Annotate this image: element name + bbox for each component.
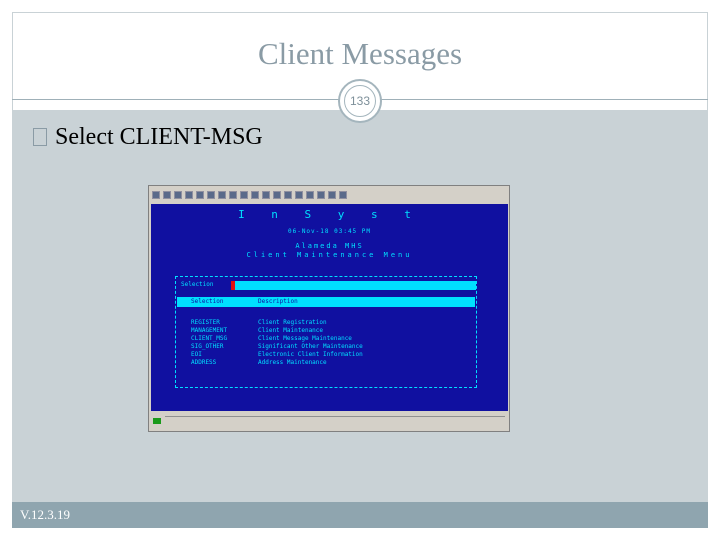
- menu-item-code[interactable]: CLIENT_MSG: [191, 335, 227, 342]
- menu-item-code[interactable]: ADDRESS: [191, 359, 216, 366]
- menu-item-description: Client Maintenance: [258, 327, 324, 334]
- terminal-screenshot: I n S y s t 06-Nov-18 03:45 PM Alameda M…: [148, 185, 510, 432]
- menu-item-code[interactable]: MANAGEMENT: [191, 327, 227, 334]
- toolbar-button-icon[interactable]: [251, 191, 259, 199]
- app-name: I n S y s t: [238, 208, 421, 221]
- column-header-description: Description: [258, 298, 298, 305]
- toolbar-button-icon[interactable]: [163, 191, 171, 199]
- status-cells: [165, 416, 505, 427]
- toolbar-button-icon[interactable]: [185, 191, 193, 199]
- selection-input[interactable]: [231, 281, 476, 290]
- organization-name: Alameda MHS: [295, 242, 364, 250]
- menu-item-description: Significant Other Maintenance: [258, 343, 363, 350]
- toolbar-button-icon[interactable]: [273, 191, 281, 199]
- footer-bar: [12, 502, 708, 528]
- cursor: [231, 281, 235, 290]
- toolbar-button-icon[interactable]: [218, 191, 226, 199]
- toolbar-button-icon[interactable]: [284, 191, 292, 199]
- bullet-item: Select CLIENT-MSG: [33, 124, 263, 151]
- toolbar-button-icon[interactable]: [328, 191, 336, 199]
- toolbar-button-icon[interactable]: [317, 191, 325, 199]
- connection-status-icon: [153, 418, 161, 424]
- menu-item-description: Client Registration: [258, 319, 327, 326]
- menu-item-description: Client Message Maintenance: [258, 335, 352, 342]
- toolbar-button-icon[interactable]: [295, 191, 303, 199]
- toolbar-button-icon[interactable]: [229, 191, 237, 199]
- menu-title: Client Maintenance Menu: [246, 251, 413, 259]
- bullet-icon: [33, 128, 47, 146]
- toolbar-button-icon[interactable]: [339, 191, 347, 199]
- terminal-toolbar: [149, 186, 509, 204]
- toolbar-button-icon[interactable]: [207, 191, 215, 199]
- date-time: 06-Nov-18 03:45 PM: [287, 228, 372, 235]
- bullet-text: Select CLIENT-MSG: [55, 124, 263, 150]
- menu-item-code[interactable]: REGISTER: [191, 319, 220, 326]
- menu-item-code[interactable]: SIG_OTHER: [191, 343, 224, 350]
- menu-item-description: Address Maintenance: [258, 359, 327, 366]
- version-label: V.12.3.19: [20, 507, 70, 522]
- slide-title: Client Messages: [257, 36, 463, 71]
- page-number: 133: [344, 85, 376, 117]
- status-bar: [151, 412, 508, 430]
- menu-item-code[interactable]: EOI: [191, 351, 202, 358]
- page-number-badge: 133: [338, 79, 382, 123]
- toolbar-button-icon[interactable]: [196, 191, 204, 199]
- selection-label: Selection: [181, 281, 214, 288]
- terminal-screen: I n S y s t 06-Nov-18 03:45 PM Alameda M…: [151, 204, 508, 411]
- menu-item-description: Electronic Client Information: [258, 351, 363, 358]
- column-header-selection: Selection: [191, 298, 224, 305]
- toolbar-button-icon[interactable]: [152, 191, 160, 199]
- toolbar-button-icon[interactable]: [262, 191, 270, 199]
- toolbar-button-icon[interactable]: [240, 191, 248, 199]
- toolbar-button-icon[interactable]: [174, 191, 182, 199]
- toolbar-button-icon[interactable]: [306, 191, 314, 199]
